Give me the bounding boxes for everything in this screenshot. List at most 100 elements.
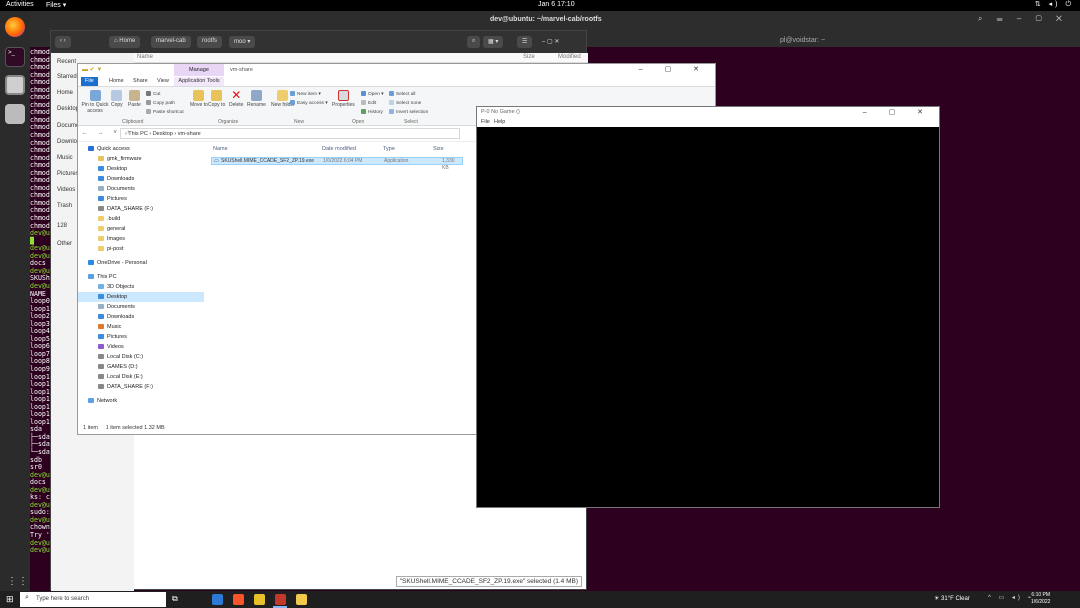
vscode-icon[interactable] [212, 594, 223, 605]
explorer-window-controls[interactable]: – ▢ ✕ [639, 65, 709, 73]
col-type[interactable]: Type [383, 146, 395, 152]
invert-selection-button[interactable]: Invert selection [389, 109, 428, 115]
system-tray[interactable]: ^ ▭ ◂) ⌁ [988, 594, 1034, 601]
nav-item-general[interactable]: general [78, 224, 204, 234]
copy-button[interactable]: Copy [111, 90, 123, 108]
game-window-controls[interactable]: – ▢ ✕ [863, 108, 933, 116]
paste-button[interactable]: Paste [128, 90, 141, 108]
game-window[interactable]: P-0 No Game () – ▢ ✕ File Help [476, 106, 940, 508]
tab-file[interactable]: File [81, 77, 98, 86]
menu-file[interactable]: File [481, 119, 490, 125]
nav-item-pictures[interactable]: Pictures [78, 194, 204, 204]
col-name[interactable]: Name [137, 54, 153, 60]
crumb-rootfs[interactable]: rootfs [197, 36, 223, 48]
history-button[interactable]: History [361, 109, 383, 115]
nav-item-music[interactable]: Music [78, 322, 204, 332]
select-all-button[interactable]: Select all [389, 91, 415, 97]
nav-item-onedrive-personal[interactable]: OneDrive - Personal [78, 258, 204, 268]
back-button[interactable]: ‹ › [55, 36, 71, 48]
sidebar-home[interactable]: Home [57, 90, 73, 96]
nav-item-downloads[interactable]: Downloads [78, 174, 204, 184]
view-toggle-icon[interactable]: ▦ ▾ [483, 36, 504, 48]
col-size[interactable]: Size [433, 146, 444, 152]
file-row-selected[interactable]: ▭ SKUShell.MIME_CCADE_SF2_ZP.19.exe 1/6/… [211, 157, 463, 171]
files-icon[interactable] [5, 75, 25, 95]
sidebar-pictures[interactable]: Pictures [57, 171, 79, 177]
sidebar-videos[interactable]: Videos [57, 187, 75, 193]
disk-icon[interactable] [5, 104, 25, 124]
app-icon[interactable] [254, 594, 265, 605]
crumb-marvel-cab[interactable]: marvel-cab [151, 36, 191, 48]
tab-view[interactable]: View [153, 77, 173, 86]
sidebar-music[interactable]: Music [57, 155, 73, 161]
copy-path-button[interactable]: Copy path [146, 100, 175, 106]
brave-icon[interactable] [233, 594, 244, 605]
nav-item-images[interactable]: Images [78, 234, 204, 244]
nav-item-quick-access[interactable]: Quick access [78, 144, 204, 154]
task-view-icon[interactable]: ⧉ [172, 594, 183, 605]
nav-item-3d-objects[interactable]: 3D Objects [78, 282, 204, 292]
nav-item-network[interactable]: Network [78, 396, 204, 406]
crumb-moo[interactable]: moo ▾ [229, 36, 256, 48]
tab-home[interactable]: Home [105, 77, 128, 86]
edit-button[interactable]: Edit [361, 100, 376, 106]
cut-button[interactable]: Cut [146, 91, 160, 97]
sidebar-recent[interactable]: Recent [57, 59, 76, 65]
nav-item-data-share-f[interactable]: DATA_SHARE (F:) [78, 204, 204, 214]
address-bar[interactable]: › This PC › Desktop › vm-share [120, 128, 460, 139]
rename-button[interactable]: Rename [247, 90, 266, 108]
nav-item-pictures[interactable]: Pictures [78, 332, 204, 342]
new-item-button[interactable]: New item ▾ [290, 91, 321, 97]
firefox-icon[interactable] [5, 17, 25, 37]
home-crumb[interactable]: ⌂ Home [109, 36, 141, 48]
delete-button[interactable]: ✕ Delete [229, 89, 243, 108]
manage-contextual-tab[interactable]: Manage [174, 64, 224, 76]
window-controls[interactable]: – ▢ ✕ [537, 36, 564, 48]
windows-start-icon[interactable]: ⊞ [6, 594, 14, 605]
sidebar-starred[interactable]: Starred [57, 74, 77, 80]
nav-item-this-pc[interactable]: This PC [78, 272, 204, 282]
nav-item-desktop[interactable]: Desktop [78, 164, 204, 174]
nav-item-documents[interactable]: Documents [78, 184, 204, 194]
taskbar-search-box[interactable]: ⌕ Type here to search [20, 592, 166, 607]
sidebar-other-locations[interactable]: Other [57, 241, 72, 247]
tab-application-tools[interactable]: Application Tools [174, 77, 224, 86]
nav-item-videos[interactable]: Videos [78, 342, 204, 352]
nav-item-data-share-f[interactable]: DATA_SHARE (F:) [78, 382, 204, 392]
tab-share[interactable]: Share [129, 77, 152, 86]
nav-item-build[interactable]: .build [78, 214, 204, 224]
menu-icon[interactable]: ☰ [517, 36, 533, 48]
search-icon[interactable]: ⌕ [467, 36, 481, 48]
nav-item-downloads[interactable]: Downloads [78, 312, 204, 322]
nav-item-pi-post[interactable]: pi-post [78, 244, 204, 254]
nav-item-local-disk-c[interactable]: Local Disk (C:) [78, 352, 204, 362]
move-to-button[interactable]: Move to [190, 90, 208, 108]
sidebar-desktop[interactable]: Desktop [57, 106, 79, 112]
top-bar-clock[interactable]: Jan 6 17:10 [538, 1, 575, 8]
system-tray-icons[interactable]: ⇅ ◂) ⏻ [1035, 0, 1074, 9]
easy-access-button[interactable]: Easy access ▾ [290, 100, 328, 106]
menu-help[interactable]: Help [494, 119, 505, 125]
select-none-button[interactable]: Select none [389, 100, 421, 106]
col-modified[interactable]: Modified [558, 54, 581, 60]
open-button[interactable]: Open ▾ [361, 91, 383, 97]
terminal-window-controls[interactable]: ⌕ ☰ – ▢ ✕ [978, 14, 1068, 24]
taskbar-clock[interactable]: 6:10 PM 1/6/2022 [1031, 592, 1050, 606]
file-explorer-icon[interactable] [296, 594, 307, 605]
sidebar-trash[interactable]: Trash [57, 203, 72, 209]
nav-item-local-disk-e[interactable]: Local Disk (E:) [78, 372, 204, 382]
sidebar-volume[interactable]: 128 [57, 223, 67, 229]
nav-item-desktop[interactable]: Desktop [78, 292, 204, 302]
files-app-menu[interactable]: Files ▾ [46, 1, 66, 9]
terminal-tab-title[interactable]: pl@voidstar: ~ [780, 37, 825, 44]
col-size[interactable]: Size [523, 54, 535, 60]
col-date-modified[interactable]: Date modified [322, 146, 356, 152]
properties-button[interactable]: Properties [332, 90, 355, 108]
activities-button[interactable]: Activities [6, 1, 34, 8]
quick-access-toolbar[interactable]: ▬ ✔ ▼ [82, 66, 102, 73]
terminal-icon[interactable]: >_ [5, 47, 25, 67]
nav-item-gmk-firmware[interactable]: gmk_firmware [78, 154, 204, 164]
nav-item-documents[interactable]: Documents [78, 302, 204, 312]
weather-widget[interactable]: ☀ 31°F Clear [934, 595, 970, 602]
pin-quick-access-button[interactable]: Pin to Quick access [81, 90, 109, 114]
